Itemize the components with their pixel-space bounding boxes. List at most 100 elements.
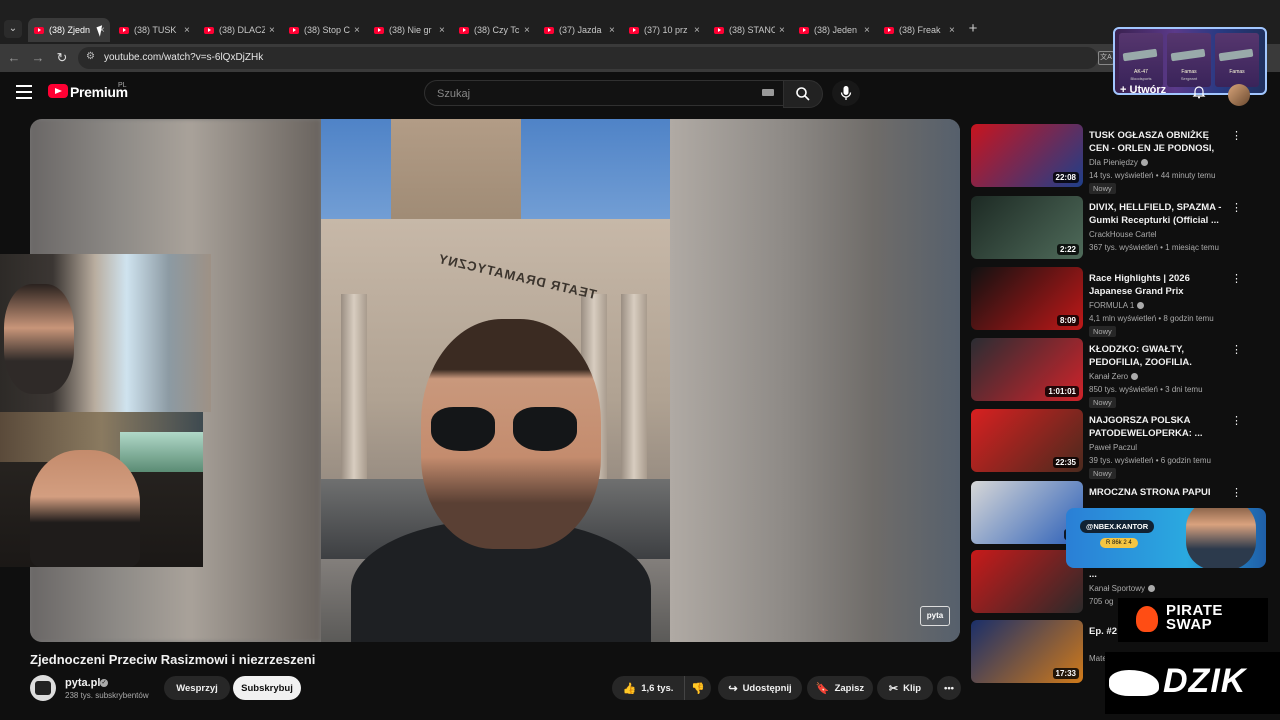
channel-name[interactable]: Dla Pieniędzy xyxy=(1089,158,1138,167)
recommendation-channel[interactable]: Kanał Sportowy xyxy=(1089,584,1156,593)
recommendation-item[interactable]: 1:01:01 KŁODZKO: GWAŁTY, PEDOFILIA, ZOOFI… xyxy=(971,338,1261,408)
tab-close-icon[interactable]: × xyxy=(609,25,615,36)
support-button[interactable]: Wesprzyj xyxy=(164,676,230,700)
more-options-icon[interactable]: ⋮ xyxy=(1231,486,1242,499)
channel-name[interactable]: CrackHouse Cartel xyxy=(1089,230,1157,239)
channel-name[interactable]: Paweł Paczul xyxy=(1089,443,1137,452)
create-button[interactable]: + Utwórz xyxy=(1120,84,1166,96)
more-options-icon[interactable]: ⋮ xyxy=(1231,129,1242,142)
pirate-logo-icon xyxy=(1136,606,1158,632)
clip-button[interactable]: ✂ Klip xyxy=(877,676,933,700)
browser-tab[interactable]: (37) 10 prz × xyxy=(623,18,705,42)
skin-name: Famas xyxy=(1229,69,1245,75)
tab-close-icon[interactable]: × xyxy=(779,25,785,36)
tab-title: (38) DLACZ xyxy=(219,25,265,35)
more-options-icon[interactable]: ⋮ xyxy=(1231,343,1242,356)
more-actions-button[interactable]: ••• xyxy=(937,676,961,700)
url-text[interactable]: youtube.com/watch?v=s-6lQxDjZHk xyxy=(104,52,263,63)
recommendation-title[interactable]: TUSK OGŁASZA OBNIŻKĘ CEN - ORLEN JE PODN… xyxy=(1089,129,1231,155)
tab-close-icon[interactable]: × xyxy=(949,25,955,36)
recommendation-title[interactable]: KŁODZKO: GWAŁTY, PEDOFILIA, ZOOFILIA. WS… xyxy=(1089,343,1231,369)
channel-avatar[interactable] xyxy=(30,675,56,701)
youtube-logo-icon[interactable] xyxy=(48,84,68,98)
reload-icon[interactable]: ↻ xyxy=(54,50,70,66)
recommendation-meta: 4,1 mln wyświetleń • 8 godzin temu xyxy=(1089,314,1214,323)
browser-tab[interactable]: (38) STANO × xyxy=(708,18,790,42)
channel-name[interactable]: Kanał Sportowy xyxy=(1089,584,1145,593)
recommendation-channel[interactable]: CrackHouse Cartel xyxy=(1089,230,1157,239)
tab-title: (38) TUSK xyxy=(134,25,177,35)
recommendation-title[interactable]: Race Highlights | 2026 Japanese Grand Pr… xyxy=(1089,272,1231,298)
channel-watermark[interactable]: pyta xyxy=(920,606,950,626)
recommendation-title[interactable]: NAJGORSZA POLSKA PATODEWELOPERKA: ... xyxy=(1089,414,1231,440)
browser-tab[interactable]: (38) Czy Tc × xyxy=(453,18,535,42)
tab-title: (38) Czy Tc xyxy=(474,25,520,35)
recommendation-channel[interactable]: FORMULA 1 xyxy=(1089,301,1145,310)
recommendation-item[interactable]: 2:22 DIVIX, HELLFIELD, SPAZMA - Gumki Rec… xyxy=(971,196,1261,262)
new-tab-button[interactable]: + xyxy=(964,20,982,38)
save-button[interactable]: 🔖 Zapisz xyxy=(807,676,873,700)
channel-name[interactable]: pyta.pl xyxy=(65,677,100,689)
tab-close-icon[interactable]: × xyxy=(439,25,445,36)
verified-check-icon xyxy=(1140,159,1148,167)
video-duration: 8:09 xyxy=(1056,315,1079,326)
video-thumbnail[interactable]: 22:08 xyxy=(971,124,1083,187)
recommendation-title[interactable]: DIVIX, HELLFIELD, SPAZMA - Gumki Receptu… xyxy=(1089,201,1231,227)
recommendation-channel[interactable]: Kanał Zero xyxy=(1089,372,1139,381)
tab-close-icon[interactable]: × xyxy=(184,25,190,36)
hamburger-menu-icon[interactable] xyxy=(16,85,32,99)
notifications-bell-icon[interactable] xyxy=(1192,85,1206,99)
share-label: Udostępnij xyxy=(742,682,792,694)
youtube-favicon-icon xyxy=(289,26,299,34)
tab-close-icon[interactable]: × xyxy=(524,25,530,36)
video-thumbnail[interactable]: 17:33 xyxy=(971,620,1083,683)
video-thumbnail[interactable]: 22:35 xyxy=(971,409,1083,472)
forward-arrow-icon[interactable]: → xyxy=(30,50,46,66)
translate-icon[interactable]: 文A xyxy=(1098,51,1114,65)
tab-close-icon[interactable]: × xyxy=(354,25,360,36)
back-arrow-icon[interactable]: ← xyxy=(6,50,22,66)
dislike-button[interactable]: 👎 xyxy=(684,676,711,700)
webcam-bottom xyxy=(0,412,203,567)
browser-tab[interactable]: (38) Jeden × xyxy=(793,18,875,42)
tab-title: (38) Jeden xyxy=(814,25,858,35)
recommendation-item[interactable]: 22:35 NAJGORSZA POLSKA PATODEWELOPERKA: .… xyxy=(971,409,1261,479)
subscribe-button[interactable]: Subskrybuj xyxy=(233,676,301,700)
subscriber-count: 238 tys. subskrybentów xyxy=(65,691,149,700)
like-button[interactable]: 👍 1,6 tys. xyxy=(612,676,684,700)
tab-title: (38) STANO xyxy=(729,25,775,35)
browser-tab[interactable]: (38) Freak × xyxy=(878,18,960,42)
more-options-icon[interactable]: ⋮ xyxy=(1231,201,1242,214)
tab-search-chevron-icon[interactable]: ⌄ xyxy=(4,20,22,38)
search-button[interactable] xyxy=(783,80,823,108)
browser-tab[interactable]: (37) Jazda × xyxy=(538,18,620,42)
browser-tab[interactable]: (38) DLACZ × xyxy=(198,18,280,42)
tab-close-icon[interactable]: × xyxy=(864,25,870,36)
channel-name[interactable]: FORMULA 1 xyxy=(1089,301,1134,310)
video-thumbnail[interactable]: 8:09 xyxy=(971,267,1083,330)
tab-close-icon[interactable]: × xyxy=(269,25,275,36)
more-options-icon[interactable]: ⋮ xyxy=(1231,414,1242,427)
recommendation-item[interactable]: 8:09 Race Highlights | 2026 Japanese Gran… xyxy=(971,267,1261,337)
microphone-button[interactable] xyxy=(832,80,860,106)
more-options-icon[interactable]: ⋮ xyxy=(1231,272,1242,285)
recommendation-item[interactable]: 22:08 TUSK OGŁASZA OBNIŻKĘ CEN - ORLEN JE… xyxy=(971,124,1261,194)
video-thumbnail[interactable]: 1:01:01 xyxy=(971,338,1083,401)
tab-close-icon[interactable]: × xyxy=(694,25,700,36)
video-thumbnail[interactable]: 2:22 xyxy=(971,196,1083,259)
skin-name: Famas xyxy=(1181,69,1197,75)
browser-tab[interactable]: (38) Nie gr × xyxy=(368,18,450,42)
recommendation-channel[interactable]: Paweł Paczul xyxy=(1089,443,1137,452)
share-button[interactable]: ↪ Udostępnij xyxy=(718,676,802,700)
browser-tab[interactable]: (38) Stop C × xyxy=(283,18,365,42)
recommendation-title[interactable]: MROCZNA STRONA PAPUI xyxy=(1089,486,1231,499)
user-avatar[interactable] xyxy=(1228,84,1250,106)
site-info-icon[interactable]: ⚙ xyxy=(86,51,98,63)
tab-title: (37) Jazda xyxy=(559,25,602,35)
recommendation-channel[interactable]: Dla Pieniędzy xyxy=(1089,158,1148,167)
boar-logo-icon xyxy=(1109,670,1159,696)
keyboard-icon[interactable] xyxy=(762,89,774,96)
browser-tab[interactable]: (38) TUSK × xyxy=(113,18,195,42)
channel-name[interactable]: Kanał Zero xyxy=(1089,372,1128,381)
search-input[interactable] xyxy=(435,81,739,107)
